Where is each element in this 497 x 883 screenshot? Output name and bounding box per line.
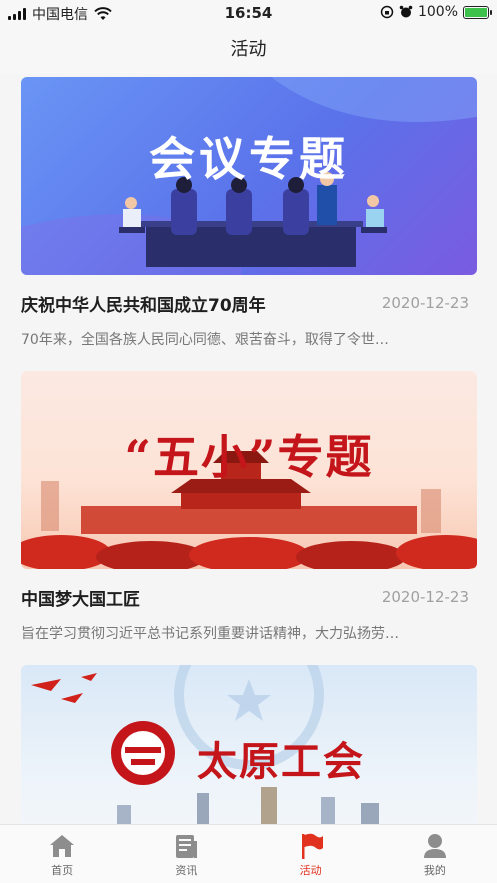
activity-list[interactable]: 会议专题 庆祝中华人民共和国成立70周年 2020-12-23 70年来，全国各… (0, 74, 497, 824)
activity-card[interactable]: 会议专题 庆祝中华人民共和国成立70周年 2020-12-23 70年来，全国各… (21, 77, 477, 349)
banner-title: “五小”专题 (124, 430, 374, 484)
tab-bar: 首页 资讯 活动 我的 (0, 824, 497, 883)
activity-card[interactable]: 太原工会 (21, 665, 477, 824)
tab-label: 活动 (299, 864, 322, 877)
tab-profile[interactable]: 我的 (373, 825, 497, 883)
card-header: 中国梦大国工匠 2020-12-23 (21, 585, 477, 610)
flag-icon (301, 833, 323, 859)
tab-label: 我的 (423, 864, 446, 877)
card-date: 2020-12-23 (381, 294, 469, 312)
banner-title: 太原工会 (197, 738, 365, 785)
page-title: 活动 (230, 39, 267, 60)
card-summary: 旨在学习贯彻习近平总书记系列重要讲话精神，大力弘扬劳… (21, 626, 399, 642)
card-summary: 70年来，全国各族人民同心同德、艰苦奋斗，取得了令世… (21, 332, 389, 348)
tab-label: 资讯 (175, 864, 198, 877)
orientation-lock-icon (380, 5, 394, 19)
card-header: 庆祝中华人民共和国成立70周年 2020-12-23 (21, 291, 477, 316)
status-bar: 中国电信 16:54 100% (0, 0, 497, 26)
card-title[interactable]: 中国梦大国工匠 (21, 585, 140, 610)
card-banner-image[interactable]: “五小”专题 (21, 371, 477, 569)
tab-activity[interactable]: 活动 (249, 825, 373, 883)
banner-title: 会议专题 (149, 132, 349, 186)
news-icon (176, 835, 198, 858)
battery-percent: 100% (417, 4, 458, 20)
alarm-icon (399, 5, 413, 18)
tab-news[interactable]: 资讯 (124, 825, 248, 883)
activity-card[interactable]: “五小”专题 中国梦大国工匠 2020-12-23 旨在学习贯彻习近平总书记系列… (21, 371, 477, 643)
tab-home[interactable]: 首页 (0, 825, 124, 883)
card-banner-image[interactable]: 会议专题 (21, 77, 477, 275)
user-icon (423, 834, 446, 858)
battery-icon (463, 5, 492, 19)
nav-bar: 活动 (0, 26, 497, 74)
status-right: 100% (380, 4, 492, 20)
tab-label: 首页 (51, 864, 74, 877)
card-title[interactable]: 庆祝中华人民共和国成立70周年 (21, 291, 266, 316)
card-date: 2020-12-23 (381, 588, 469, 606)
card-banner-image[interactable]: 太原工会 (21, 665, 477, 824)
home-icon (50, 835, 75, 857)
